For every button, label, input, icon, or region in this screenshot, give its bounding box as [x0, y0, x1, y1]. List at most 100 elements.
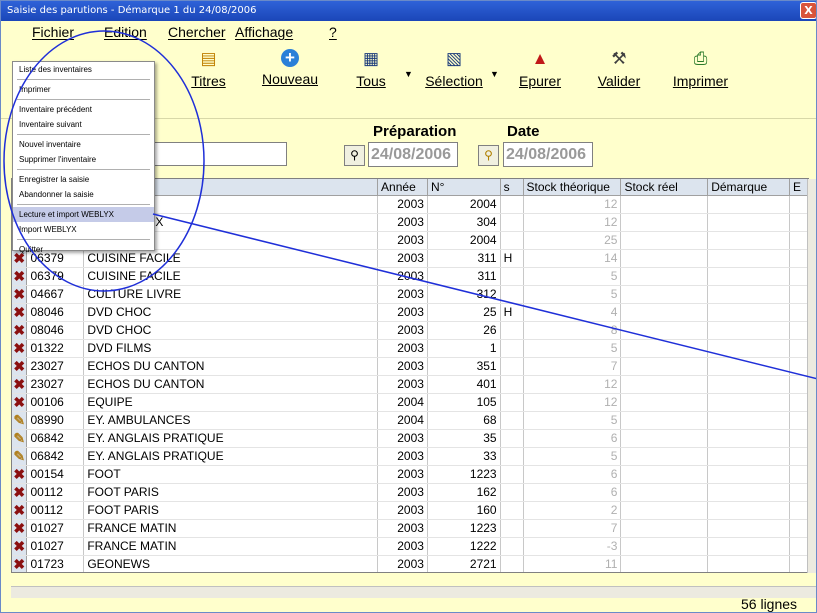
key-icon[interactable]: ⚲	[478, 145, 499, 166]
menu-item-imprimer[interactable]: Imprimer	[13, 82, 154, 97]
numero-cell: 2004	[427, 231, 501, 250]
table-row[interactable]: ✖ 08046 DVD CHOC 2003 26 8	[12, 321, 808, 340]
delete-mark-icon[interactable]: ✖	[12, 537, 28, 556]
stock-theorique-cell: 5	[523, 447, 622, 466]
table-row[interactable]: ✎ 06842 EY. ANGLAIS PRATIQUE 2003 33 5	[12, 447, 808, 466]
code-cell: 08046	[26, 321, 85, 340]
preparation-date-field[interactable]: 24/08/2006	[368, 142, 458, 167]
delete-mark-icon[interactable]: ✖	[12, 321, 28, 340]
demarque-cell	[707, 411, 790, 430]
list-icon: ▦	[362, 49, 380, 68]
column-header[interactable]: Stock théorique	[523, 179, 622, 196]
menu-separator	[17, 239, 150, 240]
tous-button[interactable]: ▦ Tous	[351, 49, 391, 109]
titres-button[interactable]: ▤ Titres	[181, 49, 236, 109]
table-row[interactable]: ✎ 06842 EY. ANGLAIS PRATIQUE 2003 35 6	[12, 429, 808, 448]
menu-chercher[interactable]: Chercher	[168, 24, 226, 40]
delete-mark-icon[interactable]: ✖	[12, 501, 28, 520]
imprimer-button[interactable]: ⎙ Imprimer	[668, 49, 733, 109]
menu-help[interactable]: ?	[329, 24, 337, 40]
annee-cell: 2003	[377, 321, 428, 340]
delete-mark-icon[interactable]: ✖	[12, 267, 28, 286]
vertical-scrollbar[interactable]	[807, 179, 816, 573]
menu-item-inventaire-suivant[interactable]: Inventaire suivant	[13, 117, 154, 132]
demarque-cell	[707, 267, 790, 286]
menu-edition[interactable]: Edition	[104, 24, 147, 40]
column-header[interactable]: Stock réel	[620, 179, 709, 196]
tous-dropdown-arrow[interactable]: ▼	[404, 69, 413, 79]
delete-mark-icon[interactable]: ✖	[12, 339, 28, 358]
menu-item-lecture-import-weblyx[interactable]: Lecture et import WEBLYX	[13, 207, 154, 222]
table-row[interactable]: ✖ 00112 FOOT PARIS 2003 162 6	[12, 483, 808, 502]
titre-cell: DVD FILMS	[83, 339, 379, 358]
stock-theorique-cell: 11	[523, 555, 622, 572]
epurer-button[interactable]: ▲ Epurer	[514, 49, 566, 109]
table-row[interactable]: ✖ 23027 ECHOS DU CANTON 2003 401 12	[12, 375, 808, 394]
demarque-cell	[707, 213, 790, 232]
extra-cell	[789, 501, 808, 520]
horizontal-scrollbar[interactable]	[11, 586, 816, 598]
close-icon[interactable]: X	[800, 2, 816, 19]
code-cell: 23027	[26, 357, 85, 376]
menu-item-enregistrer-saisie[interactable]: Enregistrer la saisie	[13, 172, 154, 187]
delete-mark-icon[interactable]: ✖	[12, 285, 28, 304]
table-row[interactable]: ✖ 01027 FRANCE MATIN 2003 1223 7	[12, 519, 808, 538]
menu-item-import-weblyx[interactable]: Import WEBLYX	[13, 222, 154, 237]
delete-mark-icon[interactable]: ✖	[12, 393, 28, 412]
menu-item-supprimer-inventaire[interactable]: Supprimer l'inventaire	[13, 152, 154, 167]
delete-mark-icon[interactable]: ✖	[12, 483, 28, 502]
menu-item-quitter[interactable]: Quitter	[13, 242, 154, 257]
date-field[interactable]: 24/08/2006	[503, 142, 593, 167]
suffix-cell	[500, 357, 524, 376]
demarque-cell	[707, 249, 790, 268]
nouveau-button[interactable]: + Nouveau	[255, 49, 325, 109]
code-cell: 00112	[26, 483, 85, 502]
edit-pencil-icon[interactable]: ✎	[12, 429, 28, 448]
selection-button[interactable]: ▧ Sélection	[419, 49, 489, 109]
column-header[interactable]: s	[500, 179, 524, 196]
delete-mark-icon[interactable]: ✖	[12, 357, 28, 376]
valider-button[interactable]: ⚒ Valider	[593, 49, 645, 109]
table-row[interactable]: ✖ 00154 FOOT 2003 1223 6	[12, 465, 808, 484]
demarque-cell	[707, 393, 790, 412]
stock-reel-cell	[620, 429, 709, 448]
extra-cell	[789, 213, 808, 232]
stock-theorique-cell: 12	[523, 213, 622, 232]
eraser-icon: ▲	[531, 49, 549, 68]
column-header[interactable]: Démarque	[707, 179, 790, 196]
table-row[interactable]: ✎ 08990 EY. AMBULANCES 2004 68 5	[12, 411, 808, 430]
numero-cell: 312	[427, 285, 501, 304]
table-row[interactable]: ✖ 00106 EQUIPE 2004 105 12	[12, 393, 808, 412]
table-row[interactable]: ✖ 06379 CUISINE FACILE 2003 311 5	[12, 267, 808, 286]
table-row[interactable]: ✖ 04667 CULTURE LIVRE 2003 312 5	[12, 285, 808, 304]
numero-cell: 1	[427, 339, 501, 358]
edit-pencil-icon[interactable]: ✎	[12, 411, 28, 430]
column-header[interactable]: N°	[427, 179, 501, 196]
column-header[interactable]: Année	[377, 179, 428, 196]
table-row[interactable]: ✖ 00112 FOOT PARIS 2003 160 2	[12, 501, 808, 520]
selection-dropdown-arrow[interactable]: ▼	[490, 69, 499, 79]
numero-cell: 304	[427, 213, 501, 232]
magnifier-icon[interactable]: ⚲	[344, 145, 365, 166]
table-row[interactable]: ✖ 23027 ECHOS DU CANTON 2003 351 7	[12, 357, 808, 376]
table-row[interactable]: ✖ 01723 GEONEWS 2003 2721 11	[12, 555, 808, 572]
menu-item-inventaire-precedent[interactable]: Inventaire précédent	[13, 102, 154, 117]
table-row[interactable]: ✖ 08046 DVD CHOC 2003 25 H 4	[12, 303, 808, 322]
delete-mark-icon[interactable]: ✖	[12, 465, 28, 484]
demarque-cell	[707, 537, 790, 556]
menu-item-nouvel-inventaire[interactable]: Nouvel inventaire	[13, 137, 154, 152]
delete-mark-icon[interactable]: ✖	[12, 519, 28, 538]
titre-cell: ECHOS DU CANTON	[83, 375, 379, 394]
delete-mark-icon[interactable]: ✖	[12, 375, 28, 394]
delete-mark-icon[interactable]: ✖	[12, 555, 28, 572]
column-header[interactable]: E	[789, 179, 808, 196]
stock-reel-cell	[620, 519, 709, 538]
edit-pencil-icon[interactable]: ✎	[12, 447, 28, 466]
table-row[interactable]: ✖ 01322 DVD FILMS 2003 1 5	[12, 339, 808, 358]
table-row[interactable]: ✖ 01027 FRANCE MATIN 2003 1222 -3	[12, 537, 808, 556]
menu-item-liste-inventaires[interactable]: Liste des inventaires	[13, 62, 154, 77]
delete-mark-icon[interactable]: ✖	[12, 303, 28, 322]
menu-fichier[interactable]: Fichier	[32, 24, 74, 40]
menu-item-abandonner-saisie[interactable]: Abandonner la saisie	[13, 187, 154, 202]
menu-affichage[interactable]: Affichage	[235, 24, 293, 40]
